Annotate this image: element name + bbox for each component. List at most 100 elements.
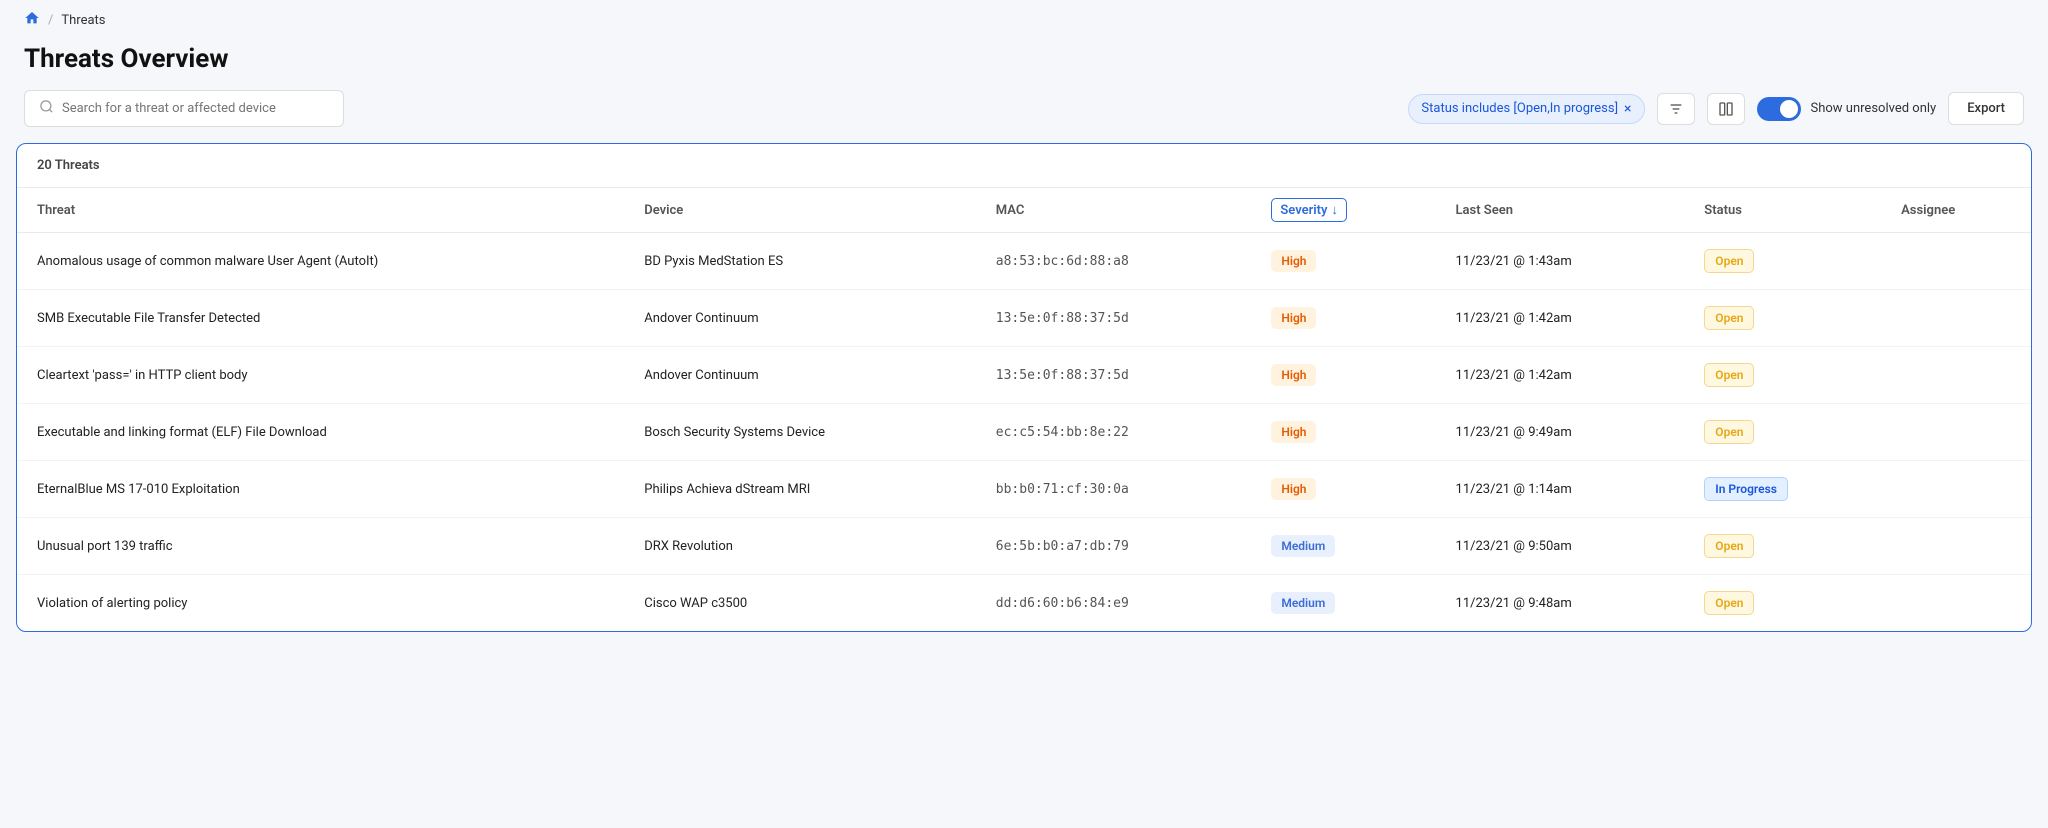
cell-severity: High [1251,290,1435,347]
cell-device: Philips Achieva dStream MRI [624,461,976,518]
cell-threat: EternalBlue MS 17-010 Exploitation [17,461,624,518]
severity-badge: High [1271,478,1316,500]
breadcrumb: / Threats [0,0,2048,40]
cell-assignee [1881,233,2031,290]
export-button[interactable]: Export [1948,92,2024,125]
cell-assignee [1881,461,2031,518]
filter-chip-label: Status includes [Open,In progress] [1421,101,1618,116]
cell-device: Bosch Security Systems Device [624,404,976,461]
cell-last-seen: 11/23/21 @ 1:42am [1436,290,1685,347]
threats-table-container: 20 Threats Threat Device MAC Severity ↓ … [16,143,2032,632]
cell-threat: SMB Executable File Transfer Detected [17,290,624,347]
col-assignee: Assignee [1881,188,2031,233]
cell-threat: Executable and linking format (ELF) File… [17,404,624,461]
cell-last-seen: 11/23/21 @ 9:48am [1436,575,1685,632]
filter-chip: Status includes [Open,In progress] × [1408,94,1644,124]
cell-assignee [1881,404,2031,461]
cell-device: Cisco WAP c3500 [624,575,976,632]
col-severity: Severity ↓ [1251,188,1435,233]
table-row[interactable]: EternalBlue MS 17-010 Exploitation Phili… [17,461,2031,518]
search-container[interactable] [24,90,344,127]
cell-device: BD Pyxis MedStation ES [624,233,976,290]
cell-severity: High [1251,233,1435,290]
cell-last-seen: 11/23/21 @ 9:50am [1436,518,1685,575]
columns-icon-button[interactable] [1707,93,1745,125]
breadcrumb-separator: / [48,13,53,28]
breadcrumb-current: Threats [61,13,105,28]
severity-badge: Medium [1271,592,1335,614]
cell-assignee [1881,347,2031,404]
cell-device: Andover Continuum [624,347,976,404]
cell-mac: ec:c5:54:bb:8e:22 [976,404,1252,461]
cell-device: DRX Revolution [624,518,976,575]
cell-status: Open [1684,233,1881,290]
severity-badge: Medium [1271,535,1335,557]
status-badge: Open [1704,420,1754,444]
severity-sort-button[interactable]: Severity ↓ [1271,198,1347,222]
table-row[interactable]: Executable and linking format (ELF) File… [17,404,2031,461]
cell-last-seen: 11/23/21 @ 1:14am [1436,461,1685,518]
severity-badge: High [1271,364,1316,386]
page-title: Threats Overview [0,40,2048,90]
threats-table: Threat Device MAC Severity ↓ Last Seen S… [17,188,2031,631]
severity-badge: High [1271,421,1316,443]
col-last-seen: Last Seen [1436,188,1685,233]
cell-threat: Unusual port 139 traffic [17,518,624,575]
toolbar: Status includes [Open,In progress] × Sho… [0,90,2048,143]
col-status: Status [1684,188,1881,233]
filter-chip-close[interactable]: × [1624,101,1631,117]
cell-threat: Cleartext 'pass=' in HTTP client body [17,347,624,404]
status-badge: Open [1704,363,1754,387]
cell-mac: 13:5e:0f:88:37:5d [976,290,1252,347]
table-row[interactable]: SMB Executable File Transfer Detected An… [17,290,2031,347]
cell-threat: Violation of alerting policy [17,575,624,632]
cell-severity: High [1251,404,1435,461]
search-input[interactable] [62,101,329,116]
cell-assignee [1881,518,2031,575]
show-unresolved-toggle[interactable] [1757,97,1801,121]
status-badge: Open [1704,534,1754,558]
severity-col-label: Severity [1280,203,1327,218]
table-row[interactable]: Cleartext 'pass=' in HTTP client body An… [17,347,2031,404]
col-mac: MAC [976,188,1252,233]
cell-mac: 6e:5b:b0:a7:db:79 [976,518,1252,575]
col-threat: Threat [17,188,624,233]
severity-badge: High [1271,307,1316,329]
home-icon[interactable] [24,10,40,30]
table-row[interactable]: Unusual port 139 traffic DRX Revolution … [17,518,2031,575]
cell-status: In Progress [1684,461,1881,518]
cell-assignee [1881,290,2031,347]
cell-status: Open [1684,290,1881,347]
severity-badge: High [1271,250,1316,272]
cell-severity: High [1251,461,1435,518]
cell-last-seen: 11/23/21 @ 9:49am [1436,404,1685,461]
table-header-row: Threat Device MAC Severity ↓ Last Seen S… [17,188,2031,233]
show-unresolved-label: Show unresolved only [1811,101,1937,116]
cell-severity: Medium [1251,518,1435,575]
cell-last-seen: 11/23/21 @ 1:42am [1436,347,1685,404]
search-icon [39,99,54,118]
cell-status: Open [1684,347,1881,404]
status-badge: Open [1704,591,1754,615]
threats-count: 20 Threats [17,144,2031,188]
sort-down-icon: ↓ [1332,202,1339,218]
cell-mac: 13:5e:0f:88:37:5d [976,347,1252,404]
col-device: Device [624,188,976,233]
table-row[interactable]: Anomalous usage of common malware User A… [17,233,2031,290]
cell-last-seen: 11/23/21 @ 1:43am [1436,233,1685,290]
cell-severity: High [1251,347,1435,404]
cell-mac: a8:53:bc:6d:88:a8 [976,233,1252,290]
cell-device: Andover Continuum [624,290,976,347]
cell-severity: Medium [1251,575,1435,632]
filter-icon-button[interactable] [1657,93,1695,125]
status-badge: Open [1704,249,1754,273]
cell-mac: dd:d6:60:b6:84:e9 [976,575,1252,632]
cell-threat: Anomalous usage of common malware User A… [17,233,624,290]
cell-status: Open [1684,404,1881,461]
cell-status: Open [1684,575,1881,632]
cell-mac: bb:b0:71:cf:30:0a [976,461,1252,518]
show-unresolved-toggle-container: Show unresolved only [1757,97,1937,121]
table-row[interactable]: Violation of alerting policy Cisco WAP c… [17,575,2031,632]
cell-status: Open [1684,518,1881,575]
status-badge: Open [1704,306,1754,330]
